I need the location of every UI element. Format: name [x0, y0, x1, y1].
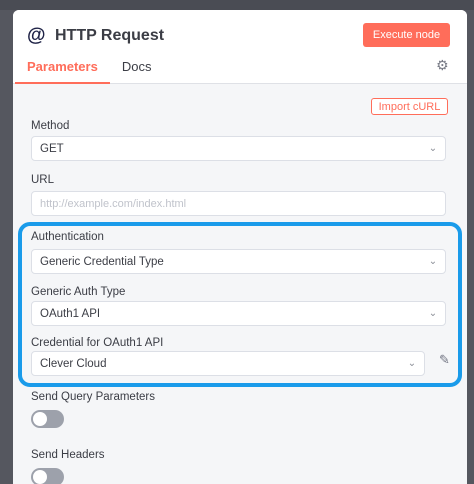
send-headers-label: Send Headers — [31, 449, 105, 461]
send-query-toggle[interactable] — [31, 410, 64, 428]
generic-auth-type-value: OAuth1 API — [40, 307, 101, 320]
toggle-knob — [33, 412, 47, 426]
chevron-down-icon: ⌄ — [428, 143, 438, 154]
url-placeholder: http://example.com/index.html — [40, 197, 187, 210]
url-input[interactable]: http://example.com/index.html — [31, 191, 446, 216]
method-value: GET — [40, 142, 64, 155]
generic-auth-type-label: Generic Auth Type — [31, 286, 126, 298]
generic-auth-type-select[interactable]: OAuth1 API ⌄ — [31, 301, 446, 326]
node-title[interactable]: HTTP Request — [55, 27, 164, 45]
authentication-select[interactable]: Generic Credential Type ⌄ — [31, 249, 446, 274]
execute-node-button[interactable]: Execute node — [363, 23, 450, 47]
send-query-label: Send Query Parameters — [31, 391, 156, 403]
tab-bar: Parameters Docs — [15, 58, 163, 84]
toggle-knob — [33, 470, 47, 484]
credential-label: Credential for OAuth1 API — [31, 337, 164, 349]
credential-select[interactable]: Clever Cloud ⌄ — [31, 351, 425, 376]
method-select[interactable]: GET ⌄ — [31, 136, 446, 161]
authentication-value: Generic Credential Type — [40, 255, 164, 268]
send-headers-toggle[interactable] — [31, 468, 64, 484]
chevron-down-icon: ⌄ — [407, 358, 417, 369]
method-label: Method — [31, 120, 70, 132]
import-curl-button[interactable]: Import cURL — [371, 98, 448, 115]
tab-parameters[interactable]: Parameters — [15, 58, 110, 84]
at-icon: @ — [27, 25, 46, 46]
chevron-down-icon: ⌄ — [428, 256, 438, 267]
tab-docs[interactable]: Docs — [110, 58, 164, 84]
chevron-down-icon: ⌄ — [428, 308, 438, 319]
url-label: URL — [31, 174, 55, 186]
title-row: @ HTTP Request — [27, 24, 164, 48]
pencil-icon[interactable]: ✎ — [439, 353, 453, 367]
credential-value: Clever Cloud — [40, 357, 107, 370]
panel-header: @ HTTP Request Execute node Parameters D… — [13, 10, 467, 84]
window-top-strip — [0, 0, 474, 10]
node-settings-panel: @ HTTP Request Execute node Parameters D… — [13, 10, 467, 484]
gear-icon[interactable]: ⚙ — [436, 58, 450, 72]
authentication-label: Authentication — [31, 231, 104, 243]
